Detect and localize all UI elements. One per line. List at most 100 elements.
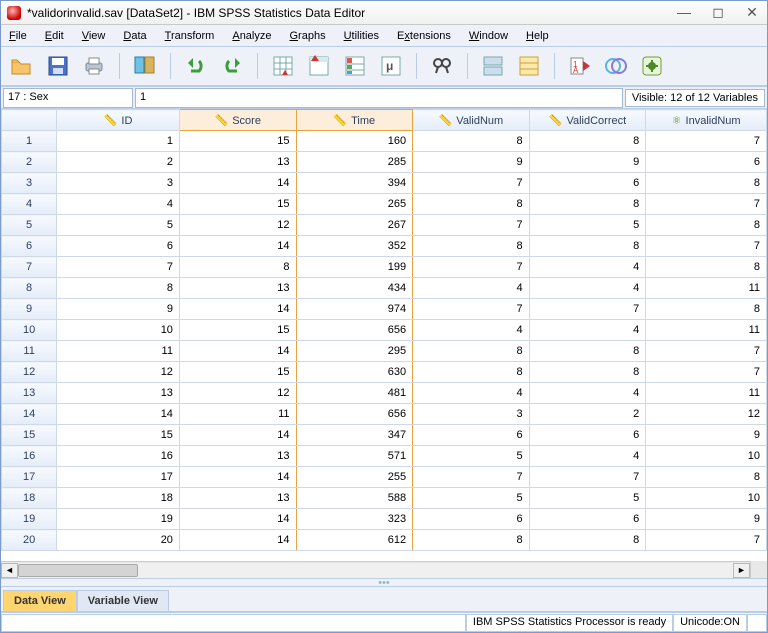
row-header[interactable]: 10 <box>2 320 57 341</box>
cell[interactable]: 9 <box>646 509 767 530</box>
data-grid[interactable]: 📏ID 📏Score 📏Time 📏ValidNum 📏ValidCorrect… <box>1 109 767 586</box>
cell[interactable]: 8 <box>646 257 767 278</box>
cell[interactable]: 5 <box>413 446 530 467</box>
row-header[interactable]: 19 <box>2 509 57 530</box>
maximize-button[interactable]: ◻ <box>709 4 727 21</box>
row-header[interactable]: 12 <box>2 362 57 383</box>
col-id[interactable]: 📏ID <box>57 110 180 131</box>
cell[interactable]: 4 <box>529 320 646 341</box>
grid-body[interactable]: 1115160887221328599633143947684415265887… <box>2 131 767 551</box>
cell[interactable]: 7 <box>646 362 767 383</box>
cell[interactable]: 11 <box>179 404 296 425</box>
cell[interactable]: 6 <box>413 509 530 530</box>
cell[interactable]: 7 <box>646 341 767 362</box>
cell[interactable]: 7 <box>413 215 530 236</box>
cell[interactable]: 352 <box>296 236 413 257</box>
cell[interactable]: 8 <box>413 236 530 257</box>
cell[interactable]: 11 <box>57 341 180 362</box>
menu-help[interactable]: Help <box>526 30 549 42</box>
cell[interactable]: 612 <box>296 530 413 551</box>
cell[interactable]: 5 <box>57 215 180 236</box>
cell[interactable]: 8 <box>529 131 646 152</box>
cell[interactable]: 7 <box>529 299 646 320</box>
redo-icon[interactable] <box>217 51 247 81</box>
cell[interactable]: 347 <box>296 425 413 446</box>
cell[interactable]: 8 <box>529 362 646 383</box>
cell[interactable]: 6 <box>646 152 767 173</box>
table-row[interactable]: 111114295887 <box>2 341 767 362</box>
cell[interactable]: 8 <box>646 299 767 320</box>
row-header[interactable]: 15 <box>2 425 57 446</box>
customize-icon[interactable] <box>637 51 667 81</box>
table-row[interactable]: 6614352887 <box>2 236 767 257</box>
cell[interactable]: 13 <box>179 446 296 467</box>
cell[interactable]: 13 <box>179 152 296 173</box>
row-header[interactable]: 18 <box>2 488 57 509</box>
cell[interactable]: 8 <box>413 341 530 362</box>
value-labels-icon[interactable]: 1A <box>565 51 595 81</box>
table-row[interactable]: 191914323669 <box>2 509 767 530</box>
cell[interactable]: 12 <box>179 215 296 236</box>
weight-cases-icon[interactable] <box>514 51 544 81</box>
cell[interactable]: 6 <box>529 173 646 194</box>
cell[interactable]: 15 <box>179 320 296 341</box>
cell[interactable]: 20 <box>57 530 180 551</box>
cell[interactable]: 11 <box>646 278 767 299</box>
table-row[interactable]: 171714255778 <box>2 467 767 488</box>
variables-icon[interactable] <box>340 51 370 81</box>
cell[interactable]: 10 <box>646 446 767 467</box>
cell[interactable]: 1 <box>57 131 180 152</box>
menu-window[interactable]: Window <box>469 30 508 42</box>
cell[interactable]: 4 <box>529 383 646 404</box>
cell[interactable]: 265 <box>296 194 413 215</box>
cell[interactable]: 6 <box>529 509 646 530</box>
cell[interactable]: 656 <box>296 320 413 341</box>
cell[interactable]: 323 <box>296 509 413 530</box>
menu-file[interactable]: File <box>9 30 27 42</box>
cell[interactable]: 267 <box>296 215 413 236</box>
cell[interactable]: 9 <box>529 152 646 173</box>
tab-data-view[interactable]: Data View <box>3 590 77 611</box>
cell[interactable]: 9 <box>413 152 530 173</box>
table-row[interactable]: 5512267758 <box>2 215 767 236</box>
cell[interactable]: 14 <box>179 530 296 551</box>
cell[interactable]: 4 <box>529 278 646 299</box>
cell-reference[interactable]: 17 : Sex <box>3 88 133 108</box>
cell[interactable]: 8 <box>646 215 767 236</box>
cell[interactable]: 7 <box>646 194 767 215</box>
table-row[interactable]: 9914974778 <box>2 299 767 320</box>
table-row[interactable]: 121215630887 <box>2 362 767 383</box>
cell[interactable]: 14 <box>179 509 296 530</box>
cell[interactable]: 14 <box>179 425 296 446</box>
cell[interactable]: 12 <box>179 383 296 404</box>
menu-analyze[interactable]: Analyze <box>232 30 271 42</box>
col-score[interactable]: 📏Score <box>179 110 296 131</box>
find-icon[interactable] <box>427 51 457 81</box>
row-header[interactable]: 5 <box>2 215 57 236</box>
col-time[interactable]: 📏Time <box>296 110 413 131</box>
cell[interactable]: 434 <box>296 278 413 299</box>
cell[interactable]: 656 <box>296 404 413 425</box>
cell[interactable]: 7 <box>413 299 530 320</box>
cell[interactable]: 7 <box>646 236 767 257</box>
menu-view[interactable]: View <box>82 30 106 42</box>
table-row[interactable]: 2213285996 <box>2 152 767 173</box>
table-row[interactable]: 1818135885510 <box>2 488 767 509</box>
minimize-button[interactable]: — <box>675 4 693 21</box>
cell[interactable]: 14 <box>57 404 180 425</box>
row-header[interactable]: 14 <box>2 404 57 425</box>
cell[interactable]: 12 <box>57 362 180 383</box>
table-row[interactable]: 778199748 <box>2 257 767 278</box>
cell[interactable]: 4 <box>529 257 646 278</box>
table-row[interactable]: 1115160887 <box>2 131 767 152</box>
cell[interactable]: 481 <box>296 383 413 404</box>
cell[interactable]: 8 <box>413 194 530 215</box>
pane-resize-grip[interactable]: ••• <box>1 578 767 586</box>
recall-dialog-icon[interactable] <box>130 51 160 81</box>
use-sets-icon[interactable] <box>601 51 631 81</box>
cell[interactable]: 6 <box>529 425 646 446</box>
row-header[interactable]: 2 <box>2 152 57 173</box>
cell[interactable]: 11 <box>646 320 767 341</box>
col-validnum[interactable]: 📏ValidNum <box>413 110 530 131</box>
cell[interactable]: 8 <box>529 194 646 215</box>
